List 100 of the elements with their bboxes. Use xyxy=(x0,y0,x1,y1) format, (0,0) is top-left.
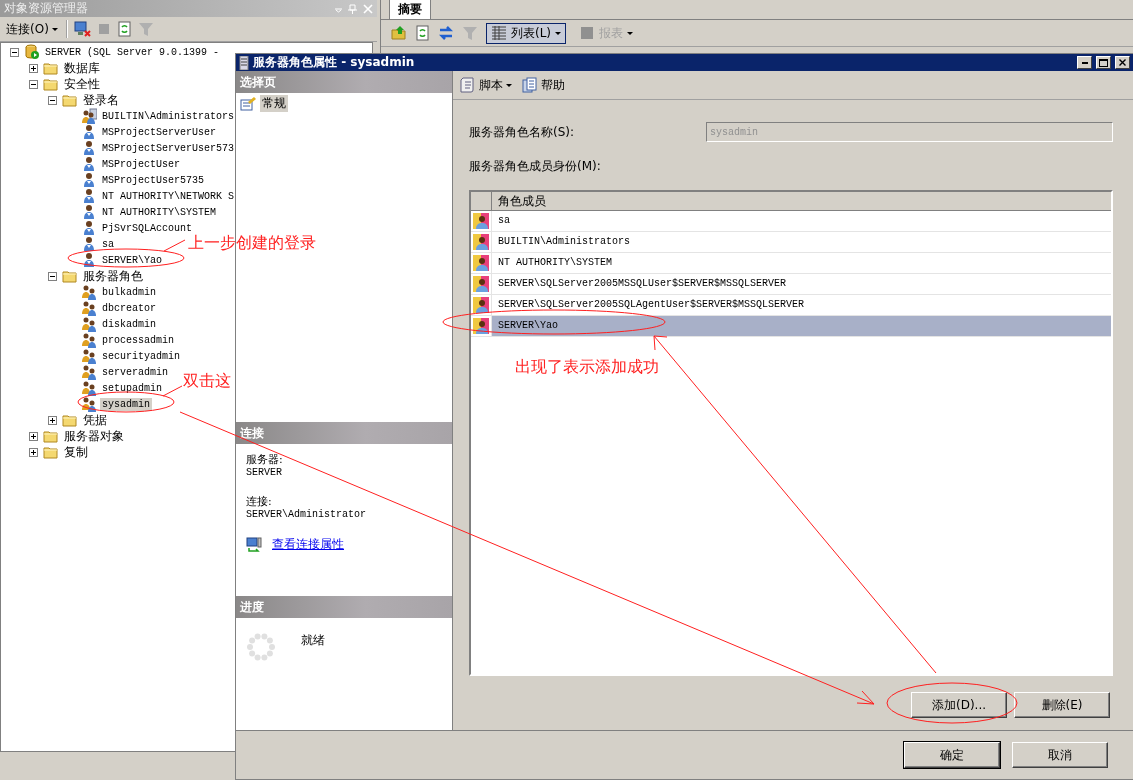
user-icon xyxy=(473,213,489,229)
help-button[interactable]: 帮助 xyxy=(519,76,568,94)
maximize-icon xyxy=(1099,58,1108,67)
summary-tab[interactable]: 摘要 xyxy=(389,0,431,19)
ok-button[interactable]: 确定 xyxy=(904,742,1000,768)
refresh-icon[interactable] xyxy=(415,25,430,41)
user-icon xyxy=(473,276,489,292)
section-header: 进度 xyxy=(236,596,452,618)
panel-title: 对象资源管理器 xyxy=(4,0,89,17)
add-button[interactable]: 添加(D)... xyxy=(911,692,1007,718)
folder-icon xyxy=(43,444,59,460)
tree-item[interactable]: dbcreator xyxy=(100,301,158,315)
column-header: 角色成员 xyxy=(497,193,546,210)
page-item[interactable]: 常规 xyxy=(260,95,288,112)
member-row[interactable]: BUILTIN\Administrators xyxy=(492,232,1111,252)
user-icon xyxy=(473,318,489,334)
tree-toggle[interactable] xyxy=(48,271,57,281)
user-group-icon xyxy=(81,332,97,348)
user-icon xyxy=(81,172,97,188)
tree-item[interactable]: MSProjectServerUser573 xyxy=(100,141,237,155)
help-book-icon xyxy=(522,77,538,93)
minimize-icon xyxy=(1081,61,1088,64)
tree-toggle[interactable] xyxy=(48,95,57,105)
user-icon xyxy=(81,156,97,172)
tree-item[interactable]: setupadmin xyxy=(100,381,164,395)
user-icon xyxy=(81,220,97,236)
folder-icon xyxy=(43,428,59,444)
progress-status: 就绪 xyxy=(301,632,325,649)
annotation-text: 出现了表示添加成功 xyxy=(515,359,659,375)
caret-icon xyxy=(51,27,58,31)
annotation-text: 双击这 xyxy=(183,373,231,389)
caret-icon xyxy=(627,31,634,35)
tree-item[interactable]: diskadmin xyxy=(100,317,158,331)
tree-item[interactable]: sysadmin xyxy=(100,397,152,411)
leader-line xyxy=(163,239,186,252)
maximize-button[interactable] xyxy=(1096,56,1111,69)
folder-icon xyxy=(43,76,59,92)
report-icon xyxy=(579,25,596,41)
user-icon xyxy=(81,140,97,156)
tree-item[interactable]: BUILTIN\Administrators xyxy=(100,109,237,123)
user-icon xyxy=(473,297,489,313)
connect-button[interactable]: 连接(O) xyxy=(4,18,60,40)
tree-toggle[interactable] xyxy=(48,415,57,425)
tree-toggle[interactable] xyxy=(10,47,19,57)
member-row[interactable]: NT AUTHORITY\SYSTEM xyxy=(492,253,1111,273)
tree-toggle[interactable] xyxy=(29,79,38,89)
tree-item[interactable]: NT AUTHORITY\NETWORK S xyxy=(100,189,237,203)
user-group-icon xyxy=(81,364,97,380)
connection-icon xyxy=(246,536,262,553)
minimize-button[interactable] xyxy=(1077,56,1092,69)
close-button[interactable] xyxy=(1115,56,1130,69)
section-header: 连接 xyxy=(236,422,452,444)
disconnect-icon[interactable] xyxy=(73,21,91,37)
close-icon xyxy=(1119,59,1126,66)
sync-icon[interactable] xyxy=(438,25,454,41)
user-icon xyxy=(81,204,97,220)
caret-icon xyxy=(555,31,562,35)
folder-icon xyxy=(62,268,78,284)
field-label: 连接: xyxy=(246,494,273,509)
field-value: SERVER xyxy=(246,467,283,478)
tree-item[interactable]: SERVER\Yao xyxy=(100,253,164,267)
member-row[interactable]: SERVER\Yao xyxy=(492,316,1111,336)
tree-toggle[interactable] xyxy=(29,447,38,457)
tree-item[interactable]: serveradmin xyxy=(100,365,170,379)
member-row[interactable]: SERVER\SQLServer2005MSSQLUser$SERVER$MSSQLSERVER xyxy=(492,274,1111,294)
window-title: 服务器角色属性 - sysadmin xyxy=(253,54,416,71)
cancel-button[interactable]: 取消 xyxy=(1012,742,1108,768)
user-group-icon xyxy=(81,108,97,124)
script-button[interactable]: 脚本 xyxy=(457,76,515,94)
user-group-icon xyxy=(81,300,97,316)
tree-item[interactable]: sa xyxy=(100,237,116,251)
tree-item[interactable]: PjSvrSQLAccount xyxy=(100,221,194,235)
user-group-icon xyxy=(81,380,97,396)
member-row[interactable]: SERVER\SQLServer2005SQLAgentUser$SERVER$MSSQLSERVER xyxy=(492,295,1111,315)
user-icon xyxy=(81,236,97,252)
tree-item[interactable]: SERVER (SQL Server 9.0.1399 - xyxy=(43,45,222,59)
leader-line xyxy=(162,385,183,397)
tree-item[interactable]: processadmin xyxy=(100,333,176,347)
tree-item[interactable]: MSProjectUser5735 xyxy=(100,173,207,187)
field-label: 服务器角色名称(S): xyxy=(469,123,575,141)
user-icon xyxy=(81,124,97,140)
refresh-icon[interactable] xyxy=(116,21,132,37)
folder-icon xyxy=(62,92,78,108)
folder-icon xyxy=(43,60,59,76)
list-view-icon xyxy=(491,25,507,41)
remove-button[interactable]: 删除(E) xyxy=(1014,692,1110,718)
tree-toggle[interactable] xyxy=(29,63,38,73)
tree-item[interactable]: MSProjectServerUser xyxy=(100,125,219,139)
tree-item[interactable]: bulkadmin xyxy=(100,285,158,299)
member-row[interactable]: sa xyxy=(492,211,1111,231)
spinner-icon xyxy=(246,632,276,662)
field-label: 服务器角色成员身份(M): xyxy=(469,158,602,175)
connection-properties-link[interactable]: 查看连接属性 xyxy=(272,536,344,553)
tree-item[interactable]: securityadmin xyxy=(100,349,182,363)
tree-toggle[interactable] xyxy=(29,431,38,441)
user-icon xyxy=(473,255,489,271)
tree-item[interactable]: NT AUTHORITY\SYSTEM xyxy=(100,205,219,219)
tree-item[interactable]: 服务器角色 xyxy=(81,266,145,286)
tree-item[interactable]: MSProjectUser xyxy=(100,157,182,171)
view-button[interactable]: 列表(L) xyxy=(486,22,567,44)
